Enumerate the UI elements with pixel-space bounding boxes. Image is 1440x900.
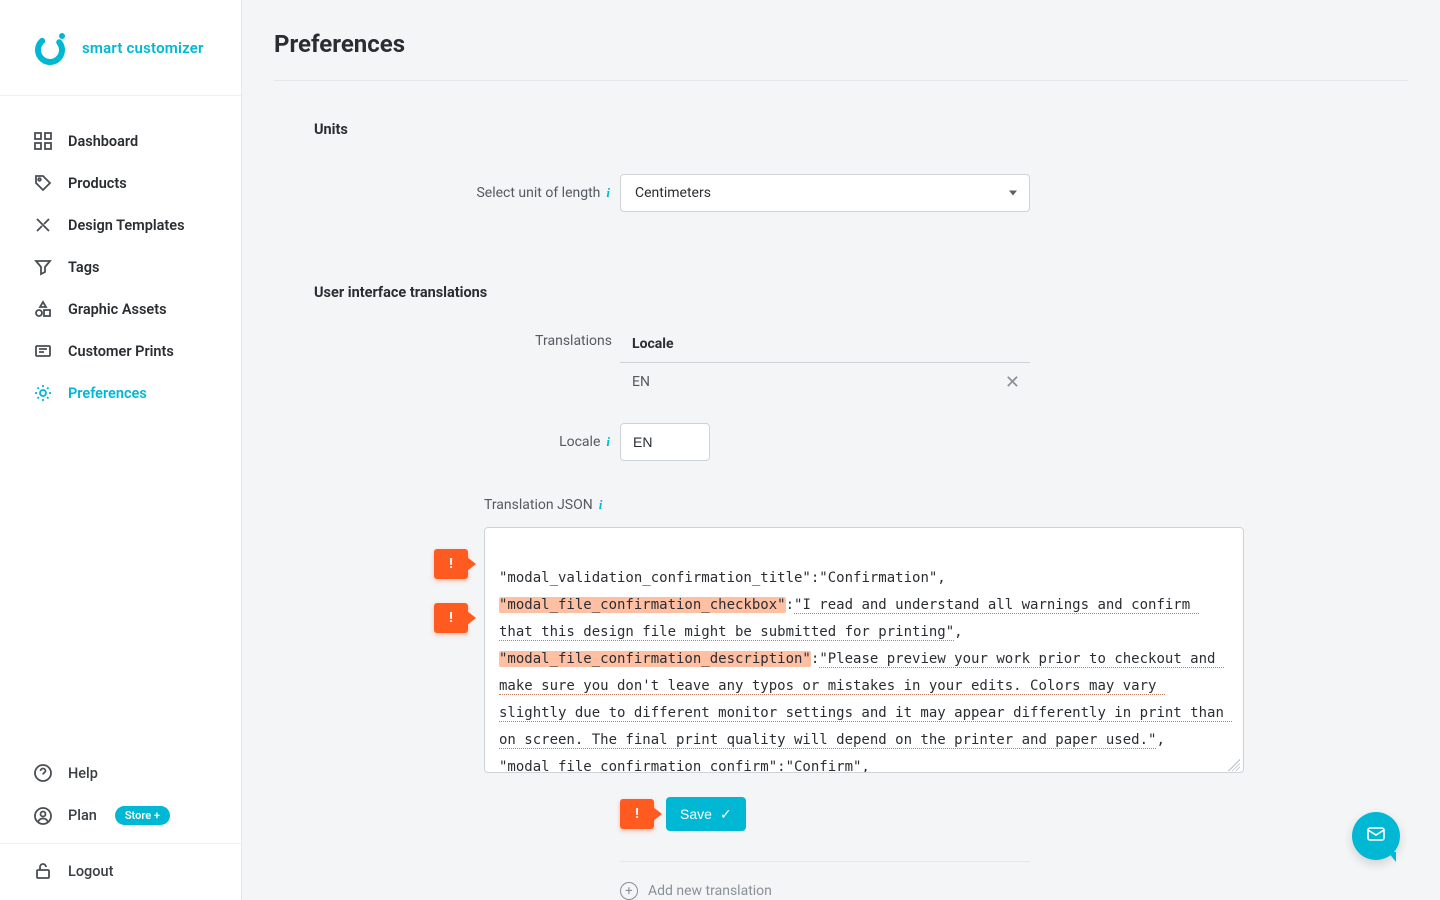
unit-select-value: Centimeters <box>635 185 711 201</box>
json-label-row: Translation JSON i <box>484 497 1408 513</box>
main: Preferences Units Select unit of length … <box>242 0 1440 900</box>
sidebar-item-design-templates[interactable]: Design Templates <box>0 204 241 246</box>
sidebar-item-products[interactable]: Products <box>0 162 241 204</box>
plan-badge: Store + <box>115 806 170 825</box>
json-text: , <box>954 624 962 640</box>
section-units-title: Units <box>314 121 1408 138</box>
tools-icon <box>34 216 52 234</box>
json-area-wrap: ! ! "modal_validation_confirmation_title… <box>484 527 1244 773</box>
json-text: :"Confirmation", <box>811 570 946 586</box>
warning-marker-icon[interactable]: ! <box>620 799 654 829</box>
info-icon[interactable]: i <box>604 185 612 201</box>
plus-circle-icon: + <box>620 882 638 900</box>
sidebar-item-help[interactable]: Help <box>0 752 241 794</box>
info-icon[interactable]: i <box>604 434 612 450</box>
save-button[interactable]: Save ✓ <box>666 797 746 831</box>
save-label: Save <box>680 806 712 822</box>
funnel-icon <box>34 258 52 276</box>
sidebar-item-plan[interactable]: Plan Store + <box>0 794 241 837</box>
locale-table: Locale EN ✕ <box>620 325 1030 401</box>
info-icon[interactable]: i <box>597 497 605 513</box>
json-key-highlight: "modal_file_confirmation_description" <box>499 651 811 667</box>
tag-icon <box>34 174 52 192</box>
locale-input[interactable] <box>620 423 710 461</box>
check-icon: ✓ <box>720 806 732 823</box>
json-text: : <box>786 597 794 613</box>
brand: smart customizer <box>0 0 241 96</box>
nav-label: Customer Prints <box>68 343 174 360</box>
nav-label: Graphic Assets <box>68 301 167 318</box>
unit-label: Select unit of length i <box>274 185 620 201</box>
json-key-highlight: "modal_file_confirmation_checkbox" <box>499 597 786 613</box>
json-text: "modal_validation_confirmation_title" <box>499 570 811 586</box>
shapes-icon <box>34 300 52 318</box>
resize-handle-icon[interactable] <box>1228 759 1240 771</box>
divider <box>0 843 241 844</box>
actions-row: ! Save ✓ <box>620 797 1408 831</box>
add-translation-button[interactable]: + Add new translation <box>620 861 1030 900</box>
locale-label-text: Locale <box>559 434 600 450</box>
translations-label-text: Translations <box>535 333 612 349</box>
nav-label: Tags <box>68 259 99 276</box>
warning-marker-icon[interactable]: ! <box>434 549 468 579</box>
cell-locale: EN <box>620 374 1005 390</box>
json-label: Translation JSON <box>484 497 593 513</box>
logout-label: Logout <box>68 863 113 880</box>
warning-marker-icon[interactable]: ! <box>434 603 468 633</box>
nav-label: Products <box>68 175 127 192</box>
unit-label-text: Select unit of length <box>476 185 600 201</box>
locale-label: Locale i <box>274 434 620 450</box>
nav-label: Dashboard <box>68 133 138 150</box>
field-locale-row: Locale i <box>274 423 1408 461</box>
table-header: Locale <box>620 325 1030 363</box>
field-unit-row: Select unit of length i Centimeters <box>274 174 1408 212</box>
section-translations-title: User interface translations <box>314 284 1408 301</box>
print-icon <box>34 342 52 360</box>
sidebar-item-preferences[interactable]: Preferences <box>0 372 241 414</box>
brand-name: smart customizer <box>82 39 204 57</box>
nav-label: Preferences <box>68 385 147 402</box>
sidebar-item-dashboard[interactable]: Dashboard <box>0 120 241 162</box>
page-title: Preferences <box>274 30 1408 81</box>
lock-icon <box>34 862 52 880</box>
add-translation-label: Add new translation <box>648 883 772 899</box>
chat-fab[interactable] <box>1352 812 1400 860</box>
sidebar-item-customer-prints[interactable]: Customer Prints <box>0 330 241 372</box>
sidebar-item-tags[interactable]: Tags <box>0 246 241 288</box>
json-text: , <box>1156 732 1164 748</box>
table-row[interactable]: EN ✕ <box>620 363 1030 401</box>
sidebar-item-graphic-assets[interactable]: Graphic Assets <box>0 288 241 330</box>
unit-select[interactable]: Centimeters <box>620 174 1030 212</box>
sidebar: smart customizer Dashboard Products Desi… <box>0 0 242 900</box>
nav: Dashboard Products Design Templates Tags… <box>0 96 241 752</box>
json-text: "modal_file_confirmation_confirm":"Confi… <box>499 759 870 773</box>
delete-row-icon[interactable]: ✕ <box>1005 372 1030 393</box>
sidebar-item-logout[interactable]: Logout <box>0 850 241 892</box>
help-label: Help <box>68 765 98 782</box>
gear-icon <box>34 384 52 402</box>
user-icon <box>34 807 52 825</box>
brand-logo-icon <box>32 30 68 66</box>
dashboard-icon <box>34 132 52 150</box>
plan-label: Plan <box>68 807 97 824</box>
sidebar-bottom: Help Plan Store + Logout <box>0 752 241 900</box>
help-icon <box>34 764 52 782</box>
mail-icon <box>1365 823 1387 849</box>
translations-label: Translations <box>274 325 620 349</box>
col-locale: Locale <box>620 336 1030 352</box>
translation-json-textarea[interactable]: "modal_validation_confirmation_title":"C… <box>484 527 1244 773</box>
nav-label: Design Templates <box>68 217 185 234</box>
